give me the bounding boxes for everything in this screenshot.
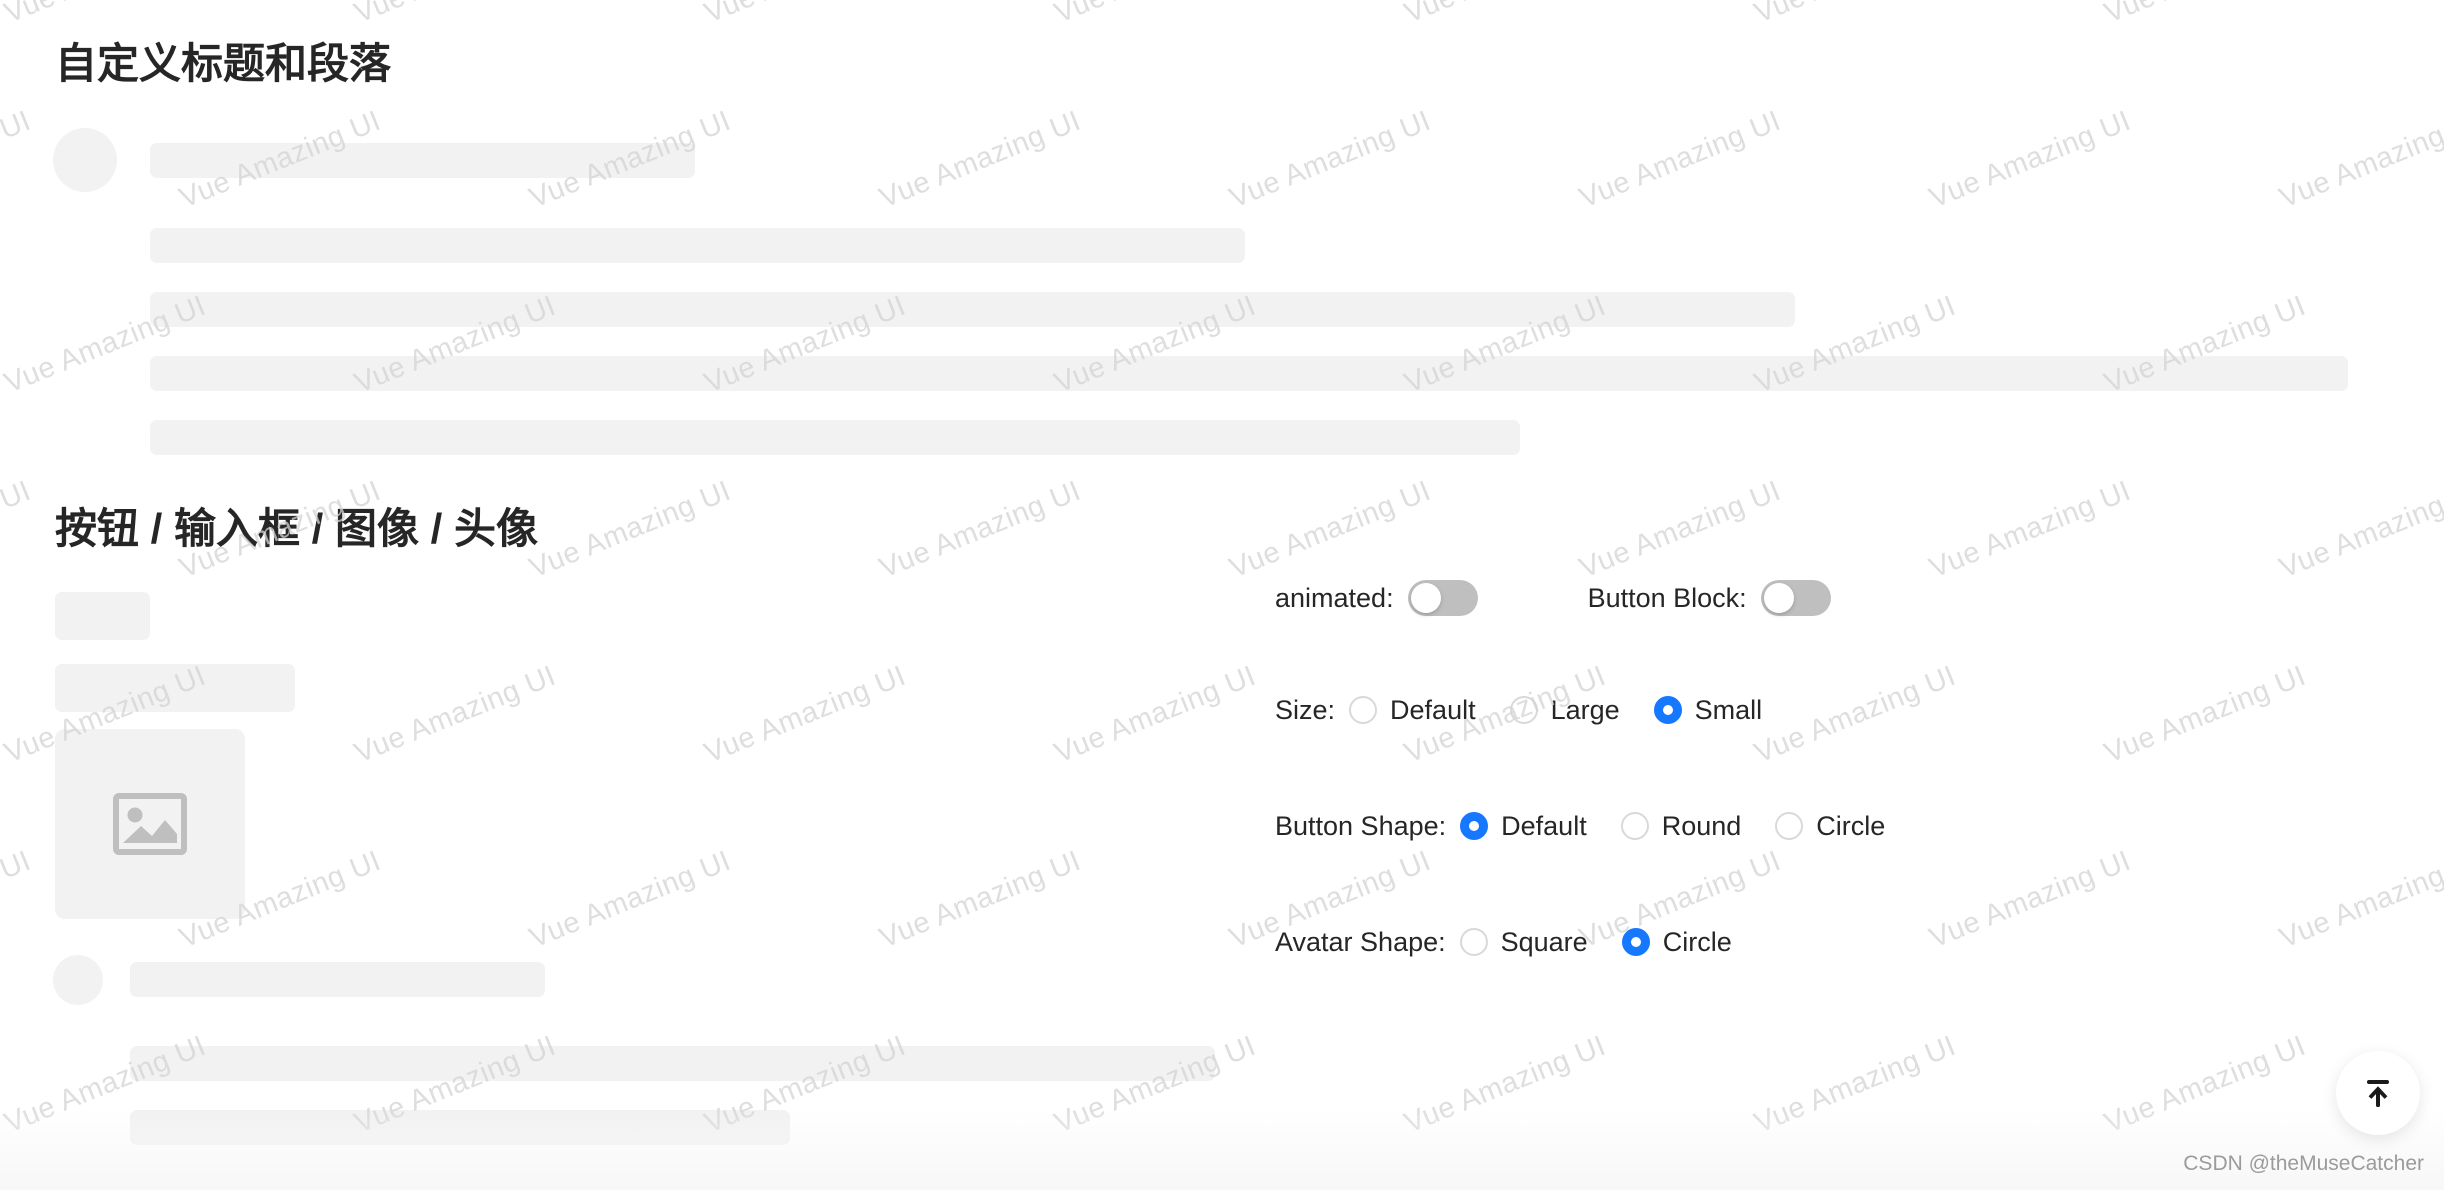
- avatar-shape-group-label: Avatar Shape:: [1275, 926, 1446, 957]
- skeleton-image: [55, 729, 245, 919]
- animated-switch[interactable]: [1407, 580, 1478, 616]
- skeleton-title-bar: [150, 143, 695, 178]
- skeleton-paragraph-line: [130, 1046, 1215, 1081]
- animated-switch-knob: [1410, 583, 1441, 613]
- page-content: 自定义标题和段落 按钮 / 输入框 / 图像 / 头像 animated: Bu…: [0, 0, 2444, 1190]
- radio-label: Round: [1661, 810, 1742, 841]
- button-shape-group-label: Button Shape:: [1275, 810, 1447, 841]
- skeleton-avatar-top: [53, 128, 117, 192]
- skeleton-paragraph-line: [130, 962, 545, 997]
- arrow-up-to-line-icon: [2367, 1080, 2389, 1107]
- size-group-label: Size:: [1275, 694, 1336, 725]
- button-block-switch-label: Button Block:: [1587, 582, 1747, 613]
- page-title-button-input-image-avatar: 按钮 / 输入框 / 图像 / 头像: [55, 505, 539, 552]
- image-placeholder-icon: [113, 793, 187, 855]
- skeleton-paragraph-line: [150, 292, 1795, 327]
- button-block-switch[interactable]: [1760, 580, 1831, 616]
- skeleton-input: [55, 664, 295, 712]
- radio-label: Large: [1550, 694, 1620, 725]
- skeleton-avatar-bottom: [53, 955, 103, 1005]
- button-shape-radio-row: Button Shape: Default Round Circle: [1275, 812, 1919, 840]
- page-title-custom-title-paragraph: 自定义标题和段落: [55, 40, 392, 87]
- animated-switch-label: animated:: [1275, 582, 1394, 613]
- skeleton-button: [55, 592, 150, 640]
- radio-dot-icon: [1653, 696, 1682, 724]
- radio-dot-icon: [1621, 928, 1650, 956]
- page-root: Vue Amazing UIVue Amazing UIVue Amazing …: [0, 0, 2444, 1190]
- skeleton-paragraph-line: [150, 420, 1520, 455]
- radio-button-shape-round[interactable]: Round: [1620, 810, 1742, 841]
- radio-dot-icon: [1459, 928, 1488, 956]
- radio-dot-icon: [1509, 696, 1538, 724]
- radio-label: Default: [1501, 810, 1587, 841]
- avatar-shape-radio-row: Avatar Shape: Square Circle: [1275, 928, 1766, 956]
- size-radio-row: Size: Default Large Small: [1275, 696, 1796, 724]
- radio-dot-icon: [1620, 812, 1649, 840]
- radio-dot-icon: [1460, 812, 1489, 840]
- radio-avatar-shape-circle[interactable]: Circle: [1621, 926, 1732, 957]
- button-block-switch-knob: [1763, 583, 1794, 613]
- footer-credit: CSDN @theMuseCatcher: [2183, 1152, 2424, 1175]
- skeleton-paragraph-line: [150, 228, 1245, 263]
- radio-label: Default: [1390, 694, 1476, 725]
- radio-dot-icon: [1349, 696, 1378, 724]
- radio-label: Circle: [1816, 810, 1886, 841]
- skeleton-paragraph-line: [150, 356, 2348, 391]
- radio-dot-icon: [1775, 812, 1804, 840]
- back-to-top-button[interactable]: [2336, 1051, 2420, 1135]
- radio-label: Circle: [1662, 926, 1732, 957]
- switch-row: animated: Button Block:: [1275, 580, 1831, 616]
- radio-size-large[interactable]: Large: [1509, 694, 1620, 725]
- radio-label: Small: [1694, 694, 1763, 725]
- radio-size-default[interactable]: Default: [1349, 696, 1476, 724]
- radio-label: Square: [1500, 926, 1588, 957]
- radio-button-shape-default[interactable]: Default: [1460, 812, 1587, 840]
- radio-button-shape-circle[interactable]: Circle: [1775, 812, 1885, 840]
- radio-avatar-shape-square[interactable]: Square: [1459, 926, 1588, 957]
- skeleton-paragraph-line: [130, 1110, 790, 1145]
- radio-size-small[interactable]: Small: [1653, 694, 1763, 725]
